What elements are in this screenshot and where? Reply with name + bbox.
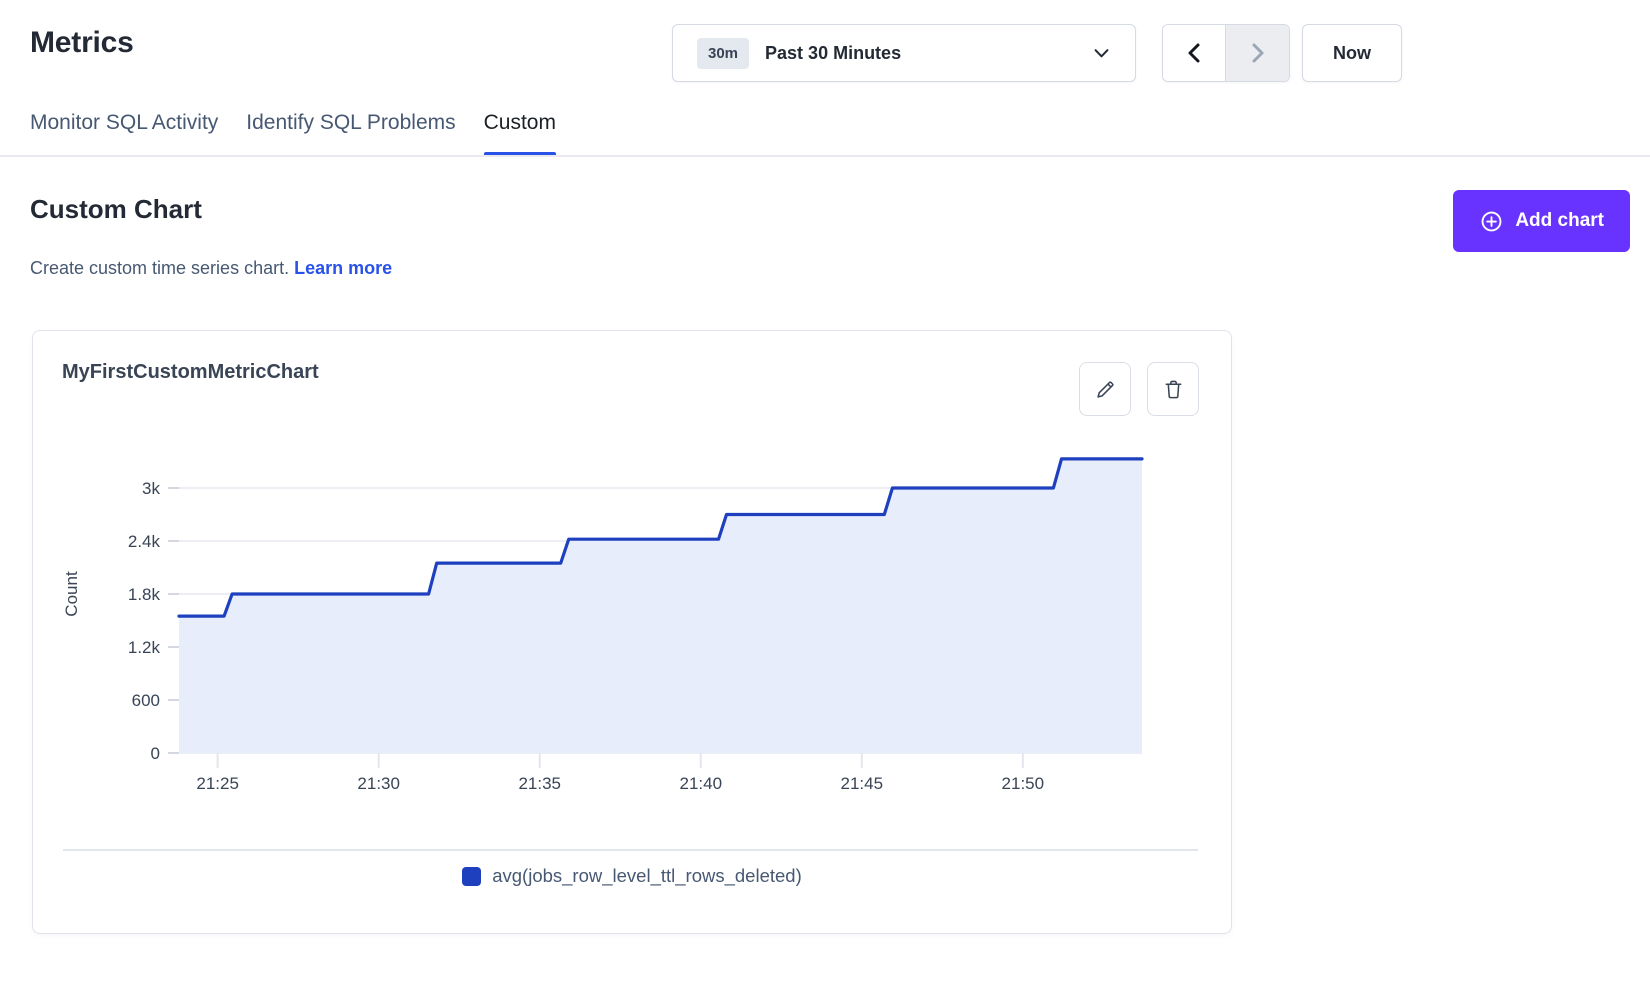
y-tick-label: 600 bbox=[132, 691, 160, 710]
x-tick-label: 21:50 bbox=[1002, 774, 1045, 793]
page-title: Metrics bbox=[30, 26, 134, 60]
learn-more-link[interactable]: Learn more bbox=[294, 258, 392, 278]
y-tick-label: 0 bbox=[151, 744, 160, 763]
time-nav-group bbox=[1162, 24, 1290, 82]
add-chart-button[interactable]: Add chart bbox=[1453, 190, 1630, 252]
time-range-dropdown[interactable]: 30m Past 30 Minutes bbox=[672, 24, 1136, 82]
legend-label: avg(jobs_row_level_ttl_rows_deleted) bbox=[492, 865, 802, 887]
trash-icon bbox=[1162, 378, 1185, 401]
time-next-button[interactable] bbox=[1226, 25, 1289, 81]
pencil-icon bbox=[1094, 378, 1117, 401]
tab-custom[interactable]: Custom bbox=[484, 110, 556, 136]
plus-circle-icon bbox=[1479, 209, 1504, 234]
tab-identify-sql-problems[interactable]: Identify SQL Problems bbox=[246, 110, 455, 136]
y-axis-title: Count bbox=[62, 571, 81, 617]
x-tick-label: 21:35 bbox=[518, 774, 561, 793]
add-chart-label: Add chart bbox=[1515, 210, 1604, 232]
section-description-text: Create custom time series chart. bbox=[30, 258, 289, 278]
chart-card: MyFirstCustomMetricChart 0 600 1.2k 1.8k 2.4… bbox=[32, 330, 1232, 934]
section-description: Create custom time series chart. Learn m… bbox=[30, 258, 392, 279]
chevron-down-icon bbox=[1092, 44, 1111, 63]
y-tick-label: 1.2k bbox=[128, 638, 161, 657]
y-tick-label: 1.8k bbox=[128, 585, 161, 604]
tabs-divider bbox=[0, 155, 1650, 157]
legend-swatch bbox=[462, 867, 481, 886]
chart-title: MyFirstCustomMetricChart bbox=[62, 361, 319, 384]
metrics-page: Metrics 30m Past 30 Minutes Now Monitor … bbox=[0, 0, 1650, 982]
now-button[interactable]: Now bbox=[1302, 24, 1402, 82]
custom-chart-svg[interactable]: 0 600 1.2k 1.8k 2.4k 3k 21:25 21:30 21:35 21:40 21… bbox=[43, 426, 1193, 798]
time-prev-button[interactable] bbox=[1163, 25, 1226, 81]
x-tick-label: 21:25 bbox=[196, 774, 239, 793]
tabs: Monitor SQL Activity Identify SQL Proble… bbox=[30, 110, 556, 136]
tab-monitor-sql-activity[interactable]: Monitor SQL Activity bbox=[30, 110, 218, 136]
time-range-label: Past 30 Minutes bbox=[765, 43, 901, 64]
legend: avg(jobs_row_level_ttl_rows_deleted) bbox=[33, 865, 1231, 887]
x-tick-label: 21:40 bbox=[679, 774, 722, 793]
y-tick-label: 2.4k bbox=[128, 532, 161, 551]
chevron-left-icon bbox=[1185, 42, 1203, 64]
y-tick-label: 3k bbox=[142, 479, 160, 498]
chevron-right-icon bbox=[1249, 42, 1267, 64]
section-title: Custom Chart bbox=[30, 194, 202, 225]
x-tick-label: 21:45 bbox=[841, 774, 884, 793]
series-area bbox=[179, 459, 1142, 753]
delete-chart-button[interactable] bbox=[1147, 362, 1199, 416]
time-range-badge: 30m bbox=[697, 38, 749, 69]
edit-chart-button[interactable] bbox=[1079, 362, 1131, 416]
x-tick-label: 21:30 bbox=[357, 774, 400, 793]
legend-divider bbox=[63, 849, 1198, 851]
